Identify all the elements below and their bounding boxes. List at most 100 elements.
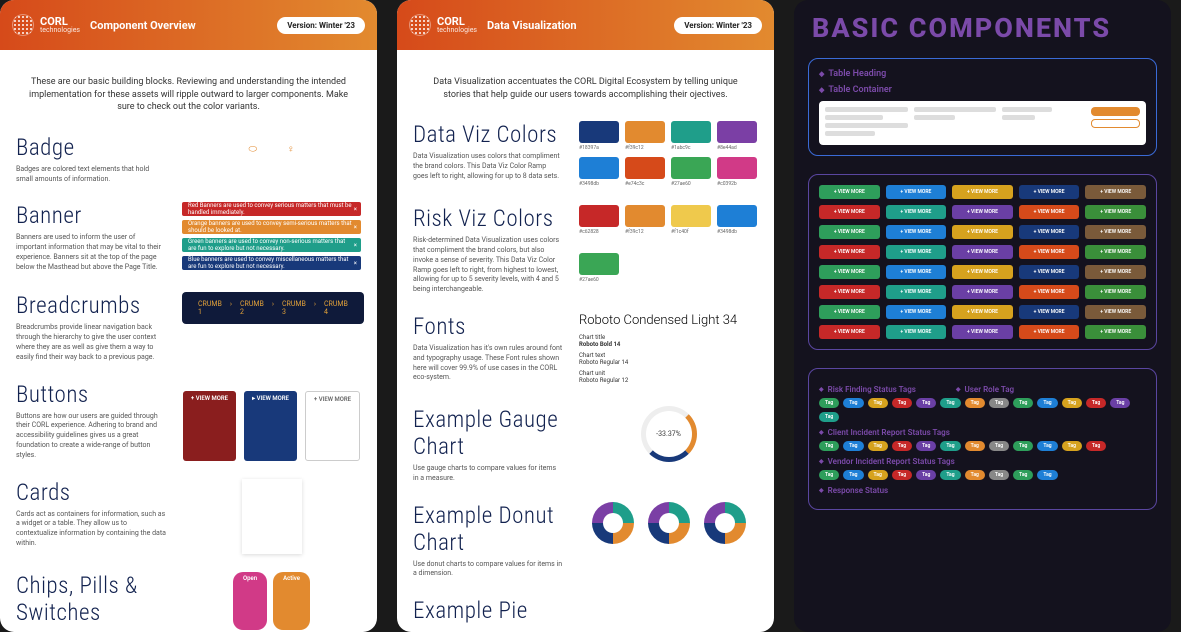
- section-desc-donut: Use donut charts to compare values for i…: [413, 560, 563, 580]
- status-tag[interactable]: Tag: [940, 441, 960, 451]
- grid-button[interactable]: + VIEW MORE: [952, 285, 1013, 299]
- grid-button[interactable]: + VIEW MORE: [1019, 325, 1080, 339]
- grid-button[interactable]: + VIEW MORE: [1019, 305, 1080, 319]
- color-swatch: #18397a: [579, 121, 619, 151]
- grid-button[interactable]: + VIEW MORE: [952, 205, 1013, 219]
- grid-button[interactable]: + VIEW MORE: [819, 285, 880, 299]
- grid-button[interactable]: + VIEW MORE: [1019, 265, 1080, 279]
- status-tag[interactable]: Tag: [819, 398, 839, 408]
- status-tag[interactable]: Tag: [1062, 398, 1082, 408]
- status-tag[interactable]: Tag: [1013, 470, 1033, 480]
- grid-button[interactable]: + VIEW MORE: [886, 305, 947, 319]
- grid-button[interactable]: + VIEW MORE: [1085, 185, 1146, 199]
- banner-orange[interactable]: Orange banners are used to convey semi-s…: [182, 220, 361, 234]
- status-tag[interactable]: Tag: [940, 470, 960, 480]
- grid-button[interactable]: + VIEW MORE: [952, 225, 1013, 239]
- button-secondary[interactable]: ▸ VIEW MORE: [244, 391, 297, 461]
- logo: CORLtechnologies: [409, 14, 477, 36]
- grid-button[interactable]: + VIEW MORE: [886, 245, 947, 259]
- status-tag[interactable]: Tag: [989, 441, 1009, 451]
- banner-blue[interactable]: Blue banners are used to convey miscella…: [182, 256, 361, 270]
- grid-button[interactable]: + VIEW MORE: [1085, 285, 1146, 299]
- status-tag[interactable]: Tag: [1037, 398, 1057, 408]
- grid-button[interactable]: + VIEW MORE: [886, 185, 947, 199]
- grid-button[interactable]: + VIEW MORE: [1085, 225, 1146, 239]
- status-tag[interactable]: Tag: [1086, 398, 1106, 408]
- panel-label: Table Container: [819, 85, 1146, 95]
- grid-button[interactable]: + VIEW MORE: [1019, 185, 1080, 199]
- banner-teal[interactable]: Green banners are used to convey non-ser…: [182, 238, 361, 252]
- grid-button[interactable]: + VIEW MORE: [819, 225, 880, 239]
- grid-button[interactable]: + VIEW MORE: [952, 245, 1013, 259]
- grid-button[interactable]: + VIEW MORE: [1019, 205, 1080, 219]
- grid-button[interactable]: + VIEW MORE: [819, 265, 880, 279]
- status-tag[interactable]: Tag: [1013, 441, 1033, 451]
- status-tag[interactable]: Tag: [819, 441, 839, 451]
- status-tag[interactable]: Tag: [843, 470, 863, 480]
- status-tag[interactable]: Tag: [940, 398, 960, 408]
- grid-button[interactable]: + VIEW MORE: [886, 285, 947, 299]
- grid-button[interactable]: + VIEW MORE: [952, 305, 1013, 319]
- status-tag[interactable]: Tag: [1086, 441, 1106, 451]
- grid-button[interactable]: + VIEW MORE: [1085, 205, 1146, 219]
- grid-button[interactable]: + VIEW MORE: [886, 325, 947, 339]
- status-tag[interactable]: Tag: [843, 441, 863, 451]
- status-tag[interactable]: Tag: [965, 398, 985, 408]
- grid-button[interactable]: + VIEW MORE: [819, 185, 880, 199]
- section-heading-pie: Example Pie: [413, 597, 563, 624]
- grid-button[interactable]: + VIEW MORE: [952, 265, 1013, 279]
- grid-button[interactable]: + VIEW MORE: [1019, 225, 1080, 239]
- grid-button[interactable]: + VIEW MORE: [886, 225, 947, 239]
- grid-button[interactable]: + VIEW MORE: [819, 325, 880, 339]
- status-tag[interactable]: Tag: [916, 441, 936, 451]
- status-tag[interactable]: Tag: [843, 398, 863, 408]
- crumb[interactable]: CRUMB 2: [240, 300, 264, 316]
- grid-button[interactable]: + VIEW MORE: [1085, 265, 1146, 279]
- chip[interactable]: Open: [233, 572, 267, 630]
- breadcrumb-bar[interactable]: CRUMB 1› CRUMB 2› CRUMB 3› CRUMB 4: [182, 292, 364, 324]
- status-tag[interactable]: Tag: [892, 470, 912, 480]
- grid-button[interactable]: + VIEW MORE: [1085, 325, 1146, 339]
- status-tag[interactable]: Tag: [892, 441, 912, 451]
- grid-button[interactable]: + VIEW MORE: [1085, 305, 1146, 319]
- grid-button[interactable]: + VIEW MORE: [886, 205, 947, 219]
- status-tag[interactable]: Tag: [1037, 470, 1057, 480]
- status-tag[interactable]: Tag: [819, 412, 839, 422]
- status-tag[interactable]: Tag: [965, 441, 985, 451]
- status-tag[interactable]: Tag: [989, 470, 1009, 480]
- button-outline[interactable]: + VIEW MORE: [305, 391, 360, 461]
- crumb[interactable]: CRUMB 4: [324, 300, 348, 316]
- status-tag[interactable]: Tag: [965, 470, 985, 480]
- grid-button[interactable]: + VIEW MORE: [1019, 245, 1080, 259]
- grid-button[interactable]: + VIEW MORE: [819, 245, 880, 259]
- status-tag[interactable]: Tag: [989, 398, 1009, 408]
- status-tag[interactable]: Tag: [868, 470, 888, 480]
- logo-mark-icon: [409, 14, 431, 36]
- color-swatch: #c0392b: [717, 157, 757, 187]
- status-tag[interactable]: Tag: [1062, 441, 1082, 451]
- status-tag[interactable]: Tag: [819, 470, 839, 480]
- grid-button[interactable]: + VIEW MORE: [952, 185, 1013, 199]
- status-tag[interactable]: Tag: [1013, 398, 1033, 408]
- grid-button[interactable]: + VIEW MORE: [1019, 285, 1080, 299]
- chip[interactable]: Active: [273, 572, 310, 630]
- grid-button[interactable]: + VIEW MORE: [819, 305, 880, 319]
- status-tag[interactable]: Tag: [916, 398, 936, 408]
- banner-red[interactable]: Red Banners are used to convey serious m…: [182, 202, 361, 216]
- button-primary[interactable]: + VIEW MORE: [183, 391, 236, 461]
- grid-button[interactable]: + VIEW MORE: [952, 325, 1013, 339]
- status-tag[interactable]: Tag: [868, 441, 888, 451]
- status-tag[interactable]: Tag: [1110, 398, 1130, 408]
- section-heading-fonts: Fonts: [413, 313, 563, 340]
- crumb[interactable]: CRUMB 1: [198, 300, 222, 316]
- status-tag[interactable]: Tag: [892, 398, 912, 408]
- status-tag[interactable]: Tag: [1037, 441, 1057, 451]
- status-tag[interactable]: Tag: [916, 470, 936, 480]
- crumb[interactable]: CRUMB 3: [282, 300, 306, 316]
- grid-button[interactable]: + VIEW MORE: [1085, 245, 1146, 259]
- sub-label: User Role Tag: [956, 385, 1014, 394]
- grid-button[interactable]: + VIEW MORE: [819, 205, 880, 219]
- panel-label: Table Heading: [819, 69, 1146, 79]
- grid-button[interactable]: + VIEW MORE: [886, 265, 947, 279]
- status-tag[interactable]: Tag: [868, 398, 888, 408]
